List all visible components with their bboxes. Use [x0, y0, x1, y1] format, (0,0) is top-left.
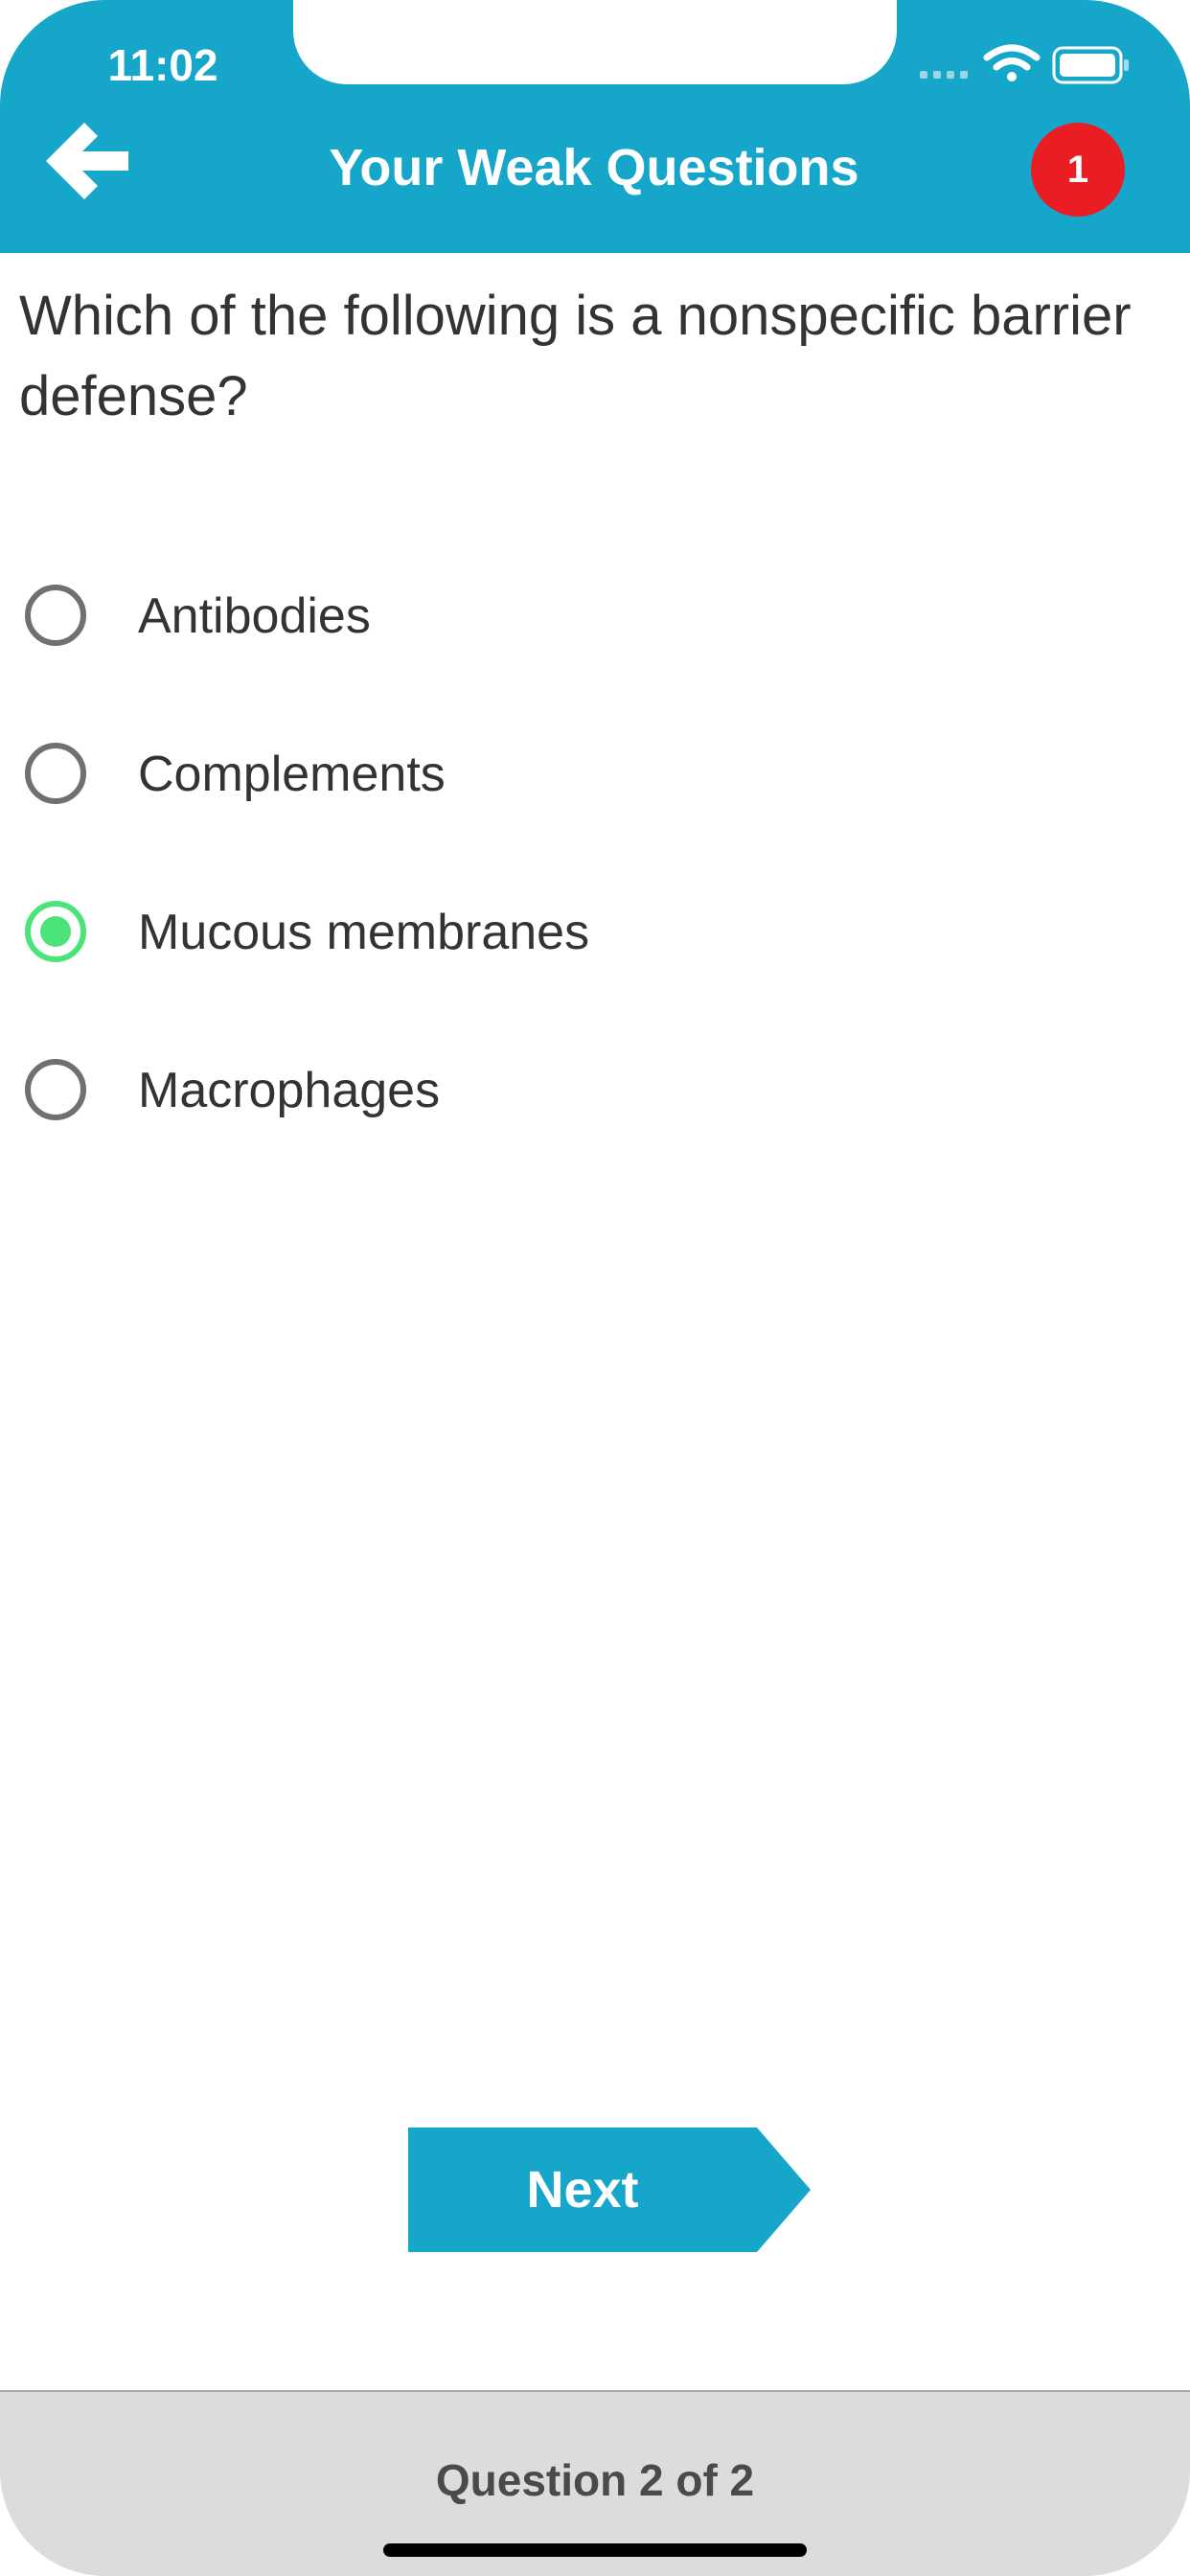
weak-questions-count-badge: 1 [1031, 123, 1125, 217]
answer-option-label: Complements [138, 747, 446, 802]
answer-option-label: Antibodies [138, 588, 371, 644]
status-time: 11:02 [107, 40, 218, 90]
battery-icon [1052, 46, 1129, 84]
page-title: Your Weak Questions [329, 139, 859, 196]
answer-option-complements[interactable]: Complements [0, 710, 1190, 868]
home-indicator[interactable] [383, 2543, 807, 2557]
back-button[interactable] [38, 117, 134, 205]
arrow-left-icon [46, 123, 128, 199]
radio-button[interactable] [25, 1059, 86, 1120]
question-progress-text: Question 2 of 2 [435, 2455, 755, 2505]
device-notch [293, 0, 897, 84]
radio-button-selected[interactable] [25, 901, 86, 962]
answer-option-label: Macrophages [138, 1063, 441, 1118]
next-button-label: Next [526, 2161, 639, 2219]
footer-bar: Question 2 of 2 [0, 2390, 1190, 2576]
signal-dots-icon [920, 71, 968, 79]
next-button[interactable]: Next [408, 2128, 811, 2252]
question-text: Which of the following is a nonspecific … [19, 285, 1132, 427]
top-header: 11:02 Your Weak Questions 1 [0, 0, 1190, 253]
answer-option-antibodies[interactable]: Antibodies [0, 552, 1190, 710]
answer-option-label: Mucous membranes [138, 905, 590, 960]
radio-button[interactable] [25, 743, 86, 804]
radio-button[interactable] [25, 585, 86, 646]
app-screen: 11:02 Your Weak Questions 1 Which of the… [0, 0, 1190, 2576]
radio-selected-dot [40, 916, 71, 947]
answer-option-macrophages[interactable]: Macrophages [0, 1026, 1190, 1184]
answer-options: Antibodies Complements Mucous membranes … [0, 552, 1190, 1184]
wifi-icon [983, 44, 1041, 81]
status-icons [916, 38, 1136, 92]
answer-option-mucous-membranes[interactable]: Mucous membranes [0, 868, 1190, 1026]
